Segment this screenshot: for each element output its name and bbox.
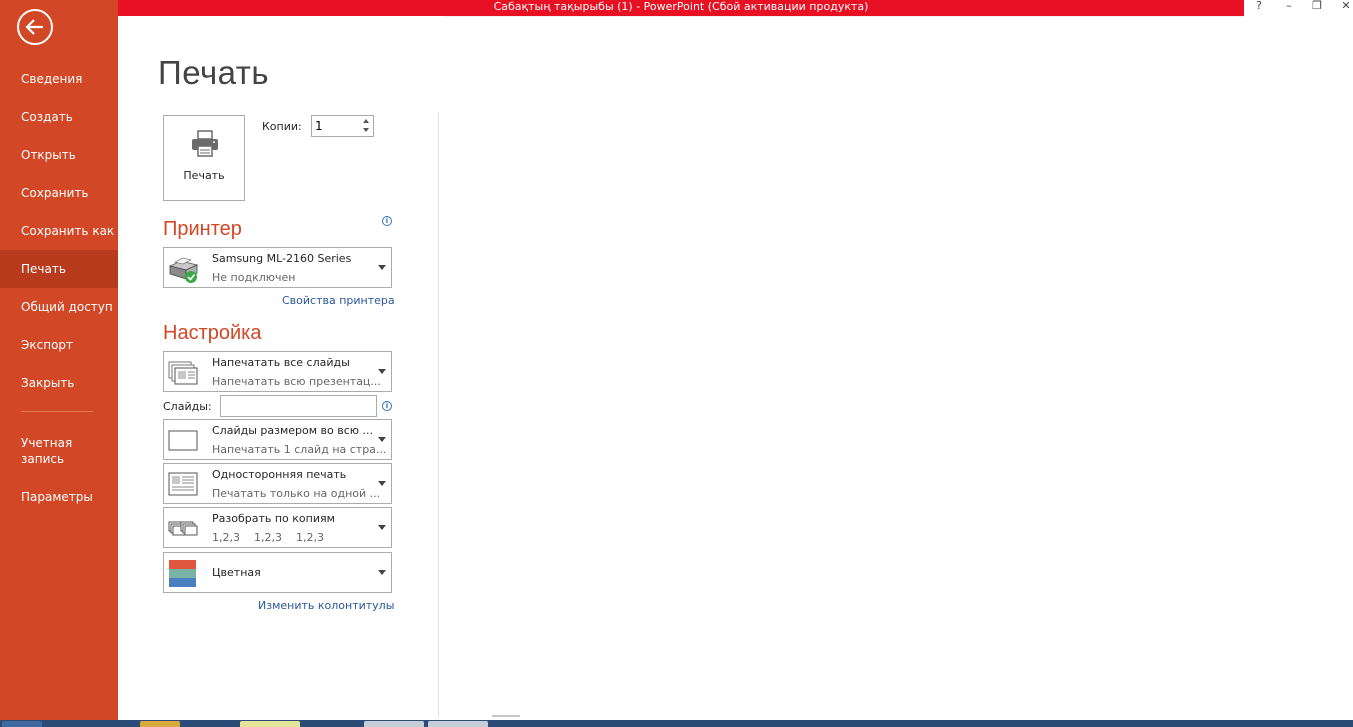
window-title: Сабақтың тақырыбы (1) - PowerPoint (Сбой… [493,0,869,13]
backstage-nav: Сведения Создать Открыть Сохранить Сохра… [0,0,118,720]
nav-item-info[interactable]: Сведения [0,60,118,98]
collate-icon [168,521,198,536]
chevron-down-icon [378,265,386,270]
title-bar: Сабақтың тақырыбы (1) - PowerPoint (Сбой… [118,0,1244,16]
close-button[interactable]: ✕ [1331,0,1353,14]
slides-stack-icon [168,361,198,385]
layout-title: Слайды размером во всю ... [212,424,374,437]
print-range-sub: Напечатать всю презентац... [212,375,381,388]
taskbar [0,720,1353,727]
nav-item-close[interactable]: Закрыть [0,364,118,402]
info-icon[interactable]: i [382,216,392,226]
copies-input[interactable] [315,118,359,134]
nav-item-share[interactable]: Общий доступ [0,288,118,326]
printer-properties-link[interactable]: Свойства принтера [282,294,395,307]
taskbar-app[interactable] [140,721,180,727]
slides-input[interactable] [220,395,377,417]
layout-dropdown[interactable]: Слайды размером во всю ... Напечатать 1 … [163,419,392,460]
chevron-down-icon [378,525,386,530]
collate-dropdown[interactable]: Разобрать по копиям 1,2,3 1,2,3 1,2,3 [163,507,392,548]
info-icon[interactable]: i [382,401,392,411]
print-range-dropdown[interactable]: Напечатать все слайды Напечатать всю пре… [163,351,392,392]
page-title: Печать [158,54,270,91]
printer-heading: Принтер [163,218,242,240]
copies-decrement[interactable] [360,126,372,135]
edit-headers-footers-link[interactable]: Изменить колонтитулы [258,599,394,612]
nav-separator [21,411,93,412]
color-dropdown[interactable]: Цветная [163,552,392,593]
collate-title: Разобрать по копиям [212,512,335,525]
nav-item-open[interactable]: Открыть [0,136,118,174]
copies-stepper [311,115,374,137]
restore-button[interactable]: ❐ [1302,0,1332,14]
nav-item-export[interactable]: Экспорт [0,326,118,364]
taskbar-app[interactable] [428,721,488,727]
preview-divider [438,112,439,718]
printer-icon [192,130,218,157]
nav-item-save-as[interactable]: Сохранить как [0,212,118,250]
chevron-down-icon [363,128,369,132]
help-button[interactable]: ? [1244,0,1274,14]
nav-item-save[interactable]: Сохранить [0,174,118,212]
sides-title: Односторонняя печать [212,468,347,481]
slides-label: Слайды: [163,400,212,413]
start-button[interactable] [2,721,42,727]
full-page-slide-icon [168,430,198,451]
nav-item-account[interactable]: Учетная запись [0,431,118,471]
printer-dropdown[interactable]: Samsung ML-2160 Series Не подключен [163,247,392,288]
printer-device-icon [168,257,199,283]
nav-item-options[interactable]: Параметры [0,478,118,516]
taskbar-app[interactable] [364,721,424,727]
printer-name: Samsung ML-2160 Series [212,252,352,265]
chevron-up-icon [363,119,369,123]
chevron-down-icon [378,437,386,442]
print-button[interactable]: Печать [163,115,245,201]
color-title: Цветная [212,566,261,579]
minimize-button[interactable]: – [1274,0,1304,14]
collate-sub: 1,2,3 1,2,3 1,2,3 [212,531,324,544]
back-button[interactable] [17,9,53,45]
taskbar-app[interactable] [240,721,300,727]
one-sided-page-icon [168,472,198,496]
chevron-down-icon [378,481,386,486]
powerpoint-backstage: Сведения Создать Открыть Сохранить Сохра… [0,0,1353,727]
sides-dropdown[interactable]: Односторонняя печать Печатать только на … [163,463,392,504]
copies-increment[interactable] [360,117,372,126]
back-arrow-icon [25,19,43,35]
print-button-label: Печать [183,169,225,182]
chevron-down-icon [378,570,386,575]
print-range-title: Напечатать все слайды [212,356,350,369]
preview-scroll-mark [492,715,520,717]
color-icon [169,560,196,587]
nav-item-print[interactable]: Печать [0,250,118,288]
sides-sub: Печатать только на одной ... [212,487,381,500]
layout-sub: Напечатать 1 слайд на стра... [212,443,387,456]
title-bar-shadow [444,16,1244,17]
chevron-down-icon [378,369,386,374]
nav-item-new[interactable]: Создать [0,98,118,136]
copies-label: Копии: [262,120,302,133]
printer-status: Не подключен [212,271,296,284]
settings-heading: Настройка [163,322,262,344]
